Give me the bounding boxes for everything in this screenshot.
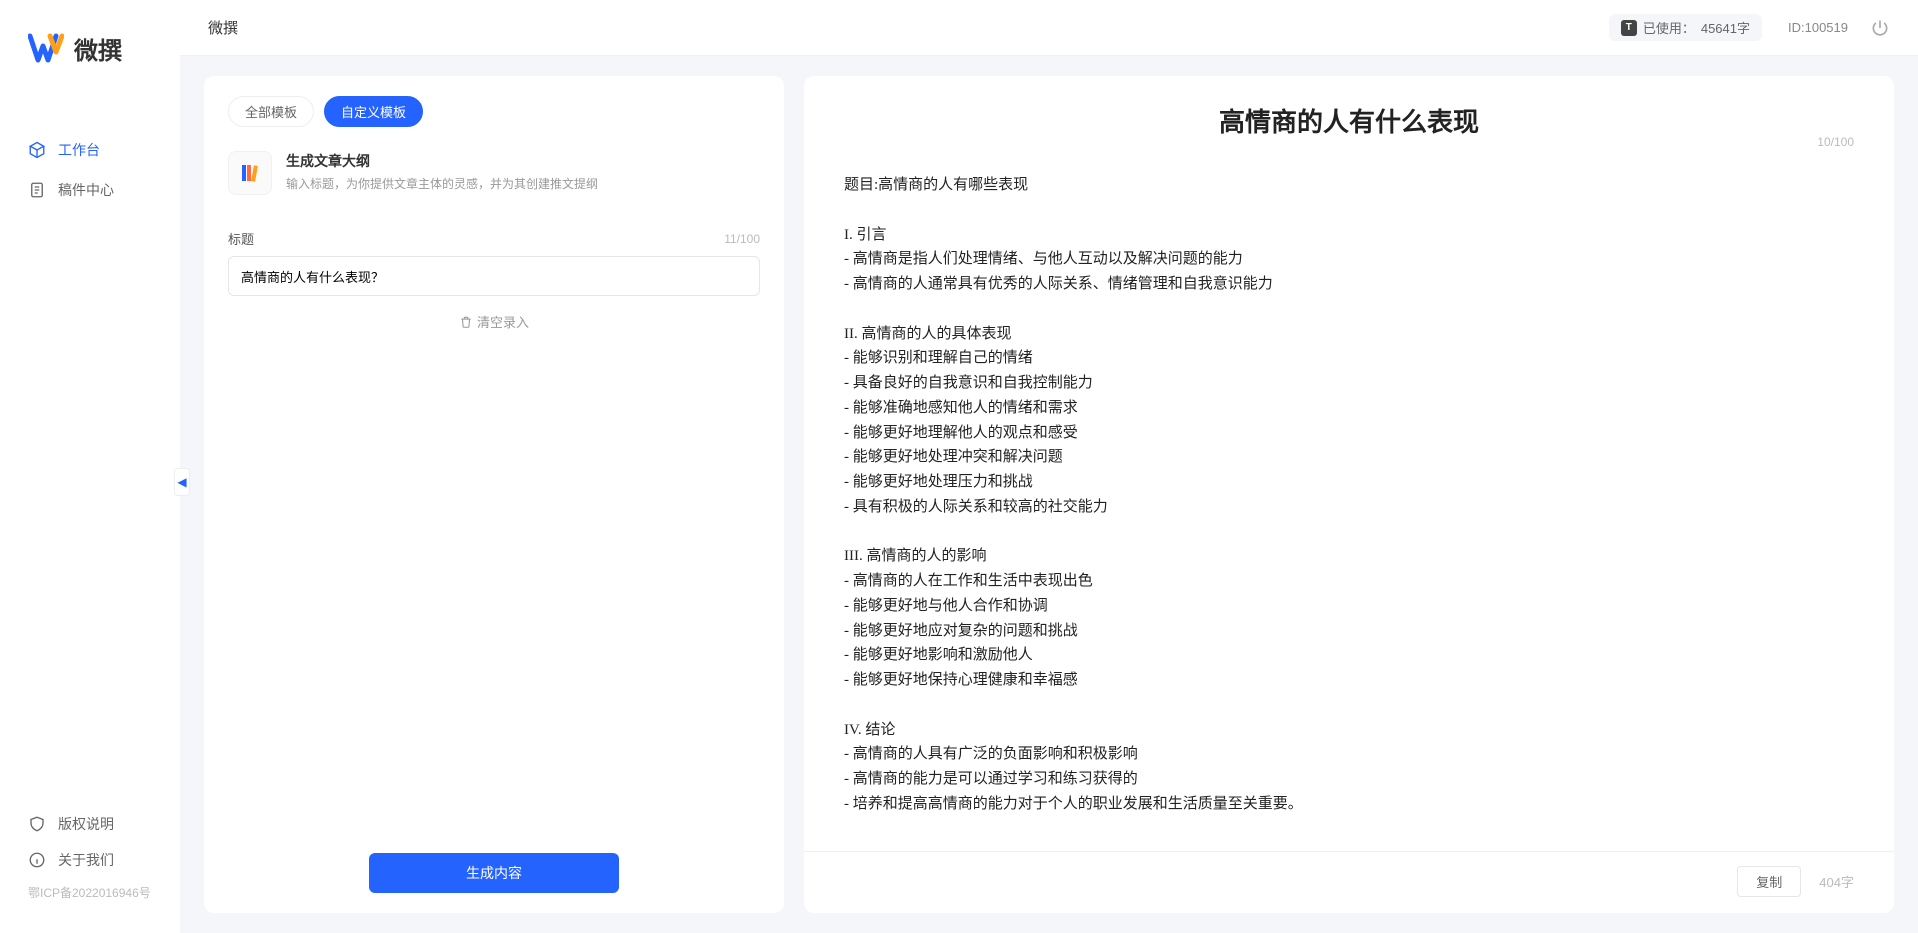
sidebar-item-copyright[interactable]: 版权说明 xyxy=(0,806,180,842)
doc-footer: 复制 404字 xyxy=(804,851,1894,897)
sidebar-item-about[interactable]: 关于我们 xyxy=(0,842,180,878)
usage-value: 45641字 xyxy=(1701,18,1750,37)
sidebar-item-workspace[interactable]: 工作台 xyxy=(0,130,180,170)
logo-icon xyxy=(28,30,64,66)
sidebar-item-label: 版权说明 xyxy=(58,814,114,834)
usage-label: 已使用： xyxy=(1643,18,1695,37)
title-field-label: 标题 xyxy=(228,229,254,248)
template-title: 生成文章大纲 xyxy=(286,151,598,171)
copy-button[interactable]: 复制 xyxy=(1737,866,1801,897)
panel-left: 全部模板 自定义模板 生成文章大纲 输入标题，为你提供文章主体的灵感，并为其创建… xyxy=(204,76,784,913)
panel-right: 高情商的人有什么表现 10/100 题目:高情商的人有哪些表现 I. 引言 - … xyxy=(804,76,1894,913)
icp-text: 鄂ICP备2022016946号 xyxy=(0,878,180,913)
clear-input-label: 清空录入 xyxy=(477,312,529,331)
template-info: 生成文章大纲 输入标题，为你提供文章主体的灵感，并为其创建推文提纲 xyxy=(286,151,598,192)
sidebar-footer: 版权说明 关于我们 鄂ICP备2022016946号 xyxy=(0,806,180,933)
sidebar-item-label: 稿件中心 xyxy=(58,180,114,200)
text-icon: T xyxy=(1621,20,1637,36)
document-icon xyxy=(28,181,46,199)
template-card: 生成文章大纲 输入标题，为你提供文章主体的灵感，并为其创建推文提纲 xyxy=(204,145,784,215)
template-desc: 输入标题，为你提供文章主体的灵感，并为其创建推文提纲 xyxy=(286,175,598,192)
shield-icon xyxy=(28,815,46,833)
workspace: 全部模板 自定义模板 生成文章大纲 输入标题，为你提供文章主体的灵感，并为其创建… xyxy=(180,56,1918,933)
tab-all-templates[interactable]: 全部模板 xyxy=(228,96,314,127)
power-icon[interactable] xyxy=(1870,18,1890,38)
tab-custom-templates[interactable]: 自定义模板 xyxy=(324,96,423,127)
template-tabs: 全部模板 自定义模板 xyxy=(204,96,784,145)
doc-title-count: 10/100 xyxy=(1817,135,1854,149)
usage-badge[interactable]: T 已使用： 45641字 xyxy=(1609,14,1762,41)
sidebar-nav: 工作台 稿件中心 xyxy=(0,90,180,806)
sidebar-item-label: 关于我们 xyxy=(58,850,114,870)
chevron-left-icon: ◀ xyxy=(177,475,186,489)
title-field-count: 11/100 xyxy=(724,232,760,246)
topbar: 微撰 T 已使用： 45641字 ID:100519 xyxy=(180,0,1918,56)
sidebar-collapse-handle[interactable]: ◀ xyxy=(174,468,190,496)
title-field-block: 标题 11/100 清空录入 xyxy=(204,215,784,331)
word-count: 404字 xyxy=(1819,872,1854,891)
logo: 微撰 xyxy=(0,0,180,90)
sidebar-item-label: 工作台 xyxy=(58,140,100,160)
info-icon xyxy=(28,851,46,869)
sidebar: 微撰 工作台 稿件中心 版权说明 xyxy=(0,0,180,933)
doc-title[interactable]: 高情商的人有什么表现 xyxy=(844,102,1854,139)
logo-text: 微撰 xyxy=(74,31,122,66)
title-input[interactable] xyxy=(228,256,760,296)
page-title: 微撰 xyxy=(208,17,1609,38)
cube-icon xyxy=(28,141,46,159)
main: 微撰 T 已使用： 45641字 ID:100519 全部模板 自定义模板 xyxy=(180,0,1918,933)
user-id: ID:100519 xyxy=(1788,20,1848,35)
doc-body[interactable]: 题目:高情商的人有哪些表现 I. 引言 - 高情商是指人们处理情绪、与他人互动以… xyxy=(804,149,1894,851)
trash-icon xyxy=(459,315,473,329)
generate-button[interactable]: 生成内容 xyxy=(369,853,619,893)
clear-input-button[interactable]: 清空录入 xyxy=(228,312,760,331)
sidebar-item-drafts[interactable]: 稿件中心 xyxy=(0,170,180,210)
doc-header: 高情商的人有什么表现 10/100 xyxy=(804,102,1894,149)
books-icon xyxy=(228,151,272,195)
